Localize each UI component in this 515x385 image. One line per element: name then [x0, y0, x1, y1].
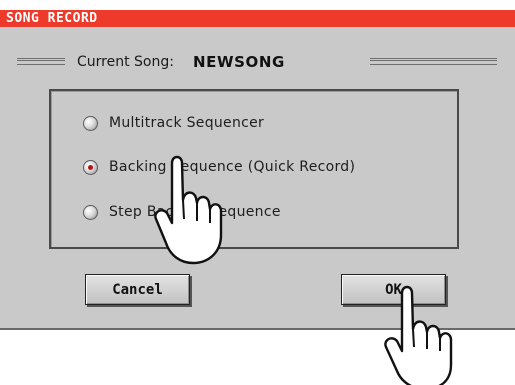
title-bar: SONG RECORD — [0, 10, 515, 27]
dialog-title: SONG RECORD — [6, 11, 98, 26]
dialog-panel: Current Song: NEWSONG Multitrack Sequenc… — [0, 27, 515, 330]
option-step-backing-sequence[interactable]: Step Backing Sequence — [83, 201, 281, 223]
radio-button[interactable] — [83, 115, 98, 131]
divider-left — [17, 58, 65, 65]
current-song-value: NEWSONG — [193, 53, 285, 71]
radio-button[interactable] — [83, 204, 98, 220]
song-record-dialog: SONG RECORD Current Song: NEWSONG Multit… — [0, 0, 515, 330]
radio-button-selected[interactable] — [83, 159, 98, 175]
option-label: Backing Sequence (Quick Record) — [109, 159, 356, 175]
option-multitrack-sequencer[interactable]: Multitrack Sequencer — [83, 112, 264, 134]
option-backing-sequence[interactable]: Backing Sequence (Quick Record) — [83, 156, 355, 178]
cancel-button[interactable]: Cancel — [85, 274, 190, 305]
divider-right — [370, 58, 497, 65]
option-label: Step Backing Sequence — [109, 204, 281, 220]
current-song-label: Current Song: — [77, 54, 174, 70]
option-label: Multitrack Sequencer — [109, 115, 265, 131]
ok-button[interactable]: OK — [341, 274, 446, 305]
